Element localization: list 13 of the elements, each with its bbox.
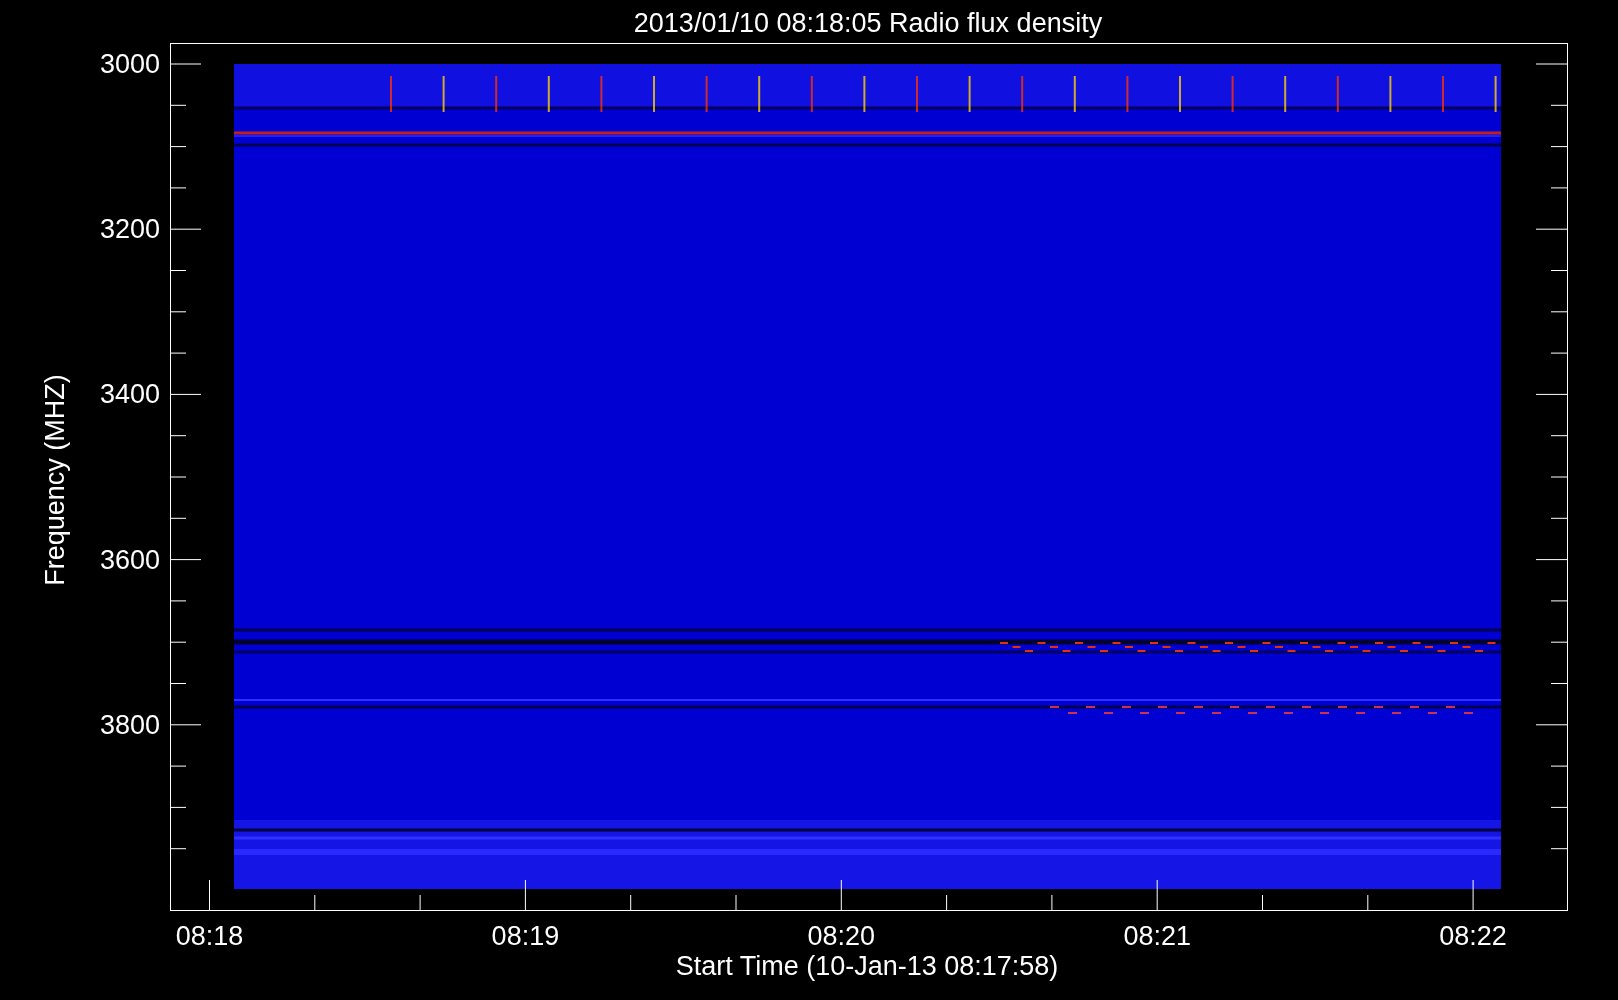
axis-tick-label: 3200 [99,214,160,245]
axis-tick-label: 3800 [99,709,160,740]
axis-label: Start Time (10-Jan-13 08:17:58) [675,951,1059,981]
axis-tick-label: 08:22 [1439,921,1507,951]
axis-label: Frequency (MHZ) [40,374,70,586]
axis-tick-label: 08:20 [807,921,876,951]
axis-tick-label: 08:18 [175,921,244,951]
axis-tick-label: 3600 [99,544,160,575]
axis-tick-label: 08:21 [1123,921,1191,951]
axis-tick-label: 08:19 [491,921,560,951]
plot-title: 2013/01/10 08:18:05 Radio flux density [633,8,1103,38]
axis-tick-label: 3400 [99,379,160,410]
axis-tick-label: 3000 [99,49,160,79]
